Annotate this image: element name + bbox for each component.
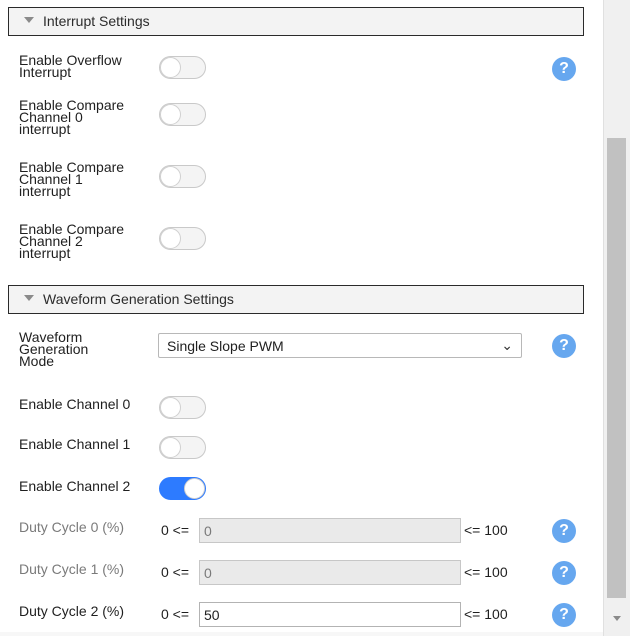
toggle-knob bbox=[160, 166, 181, 187]
duty-cycle-2-max: <= 100 bbox=[464, 606, 508, 622]
settings-panel: Interrupt Settings Enable Overflow Interr… bbox=[0, 0, 603, 636]
section-title: Interrupt Settings bbox=[43, 13, 150, 29]
help-icon[interactable]: ? bbox=[552, 57, 576, 81]
duty-cycle-0-min: 0 <= bbox=[161, 522, 190, 538]
toggle-knob bbox=[160, 57, 181, 78]
duty-cycle-0-max: <= 100 bbox=[464, 522, 508, 538]
compare-ch2-interrupt-toggle[interactable] bbox=[159, 227, 206, 250]
section-title: Waveform Generation Settings bbox=[43, 291, 234, 307]
toggle-knob bbox=[184, 478, 205, 499]
enable-channel-2-label: Enable Channel 2 bbox=[19, 478, 131, 494]
waveform-mode-select[interactable]: Single Slope PWM ⌄ bbox=[158, 333, 522, 358]
duty-cycle-0-input[interactable] bbox=[199, 518, 461, 543]
duty-cycle-0-label: Duty Cycle 0 (%) bbox=[19, 519, 125, 535]
collapse-triangle-icon[interactable] bbox=[24, 295, 34, 301]
compare-ch2-interrupt-label: Enable Compare Channel 2 interrupt bbox=[19, 221, 125, 261]
compare-ch0-interrupt-label: Enable Compare Channel 0 interrupt bbox=[19, 97, 125, 137]
scrollbar-thumb[interactable] bbox=[607, 138, 626, 598]
toggle-knob bbox=[160, 228, 181, 249]
overflow-interrupt-label: Enable Overflow Interrupt bbox=[19, 52, 122, 80]
selected-value: Single Slope PWM bbox=[167, 338, 284, 354]
duty-cycle-1-max: <= 100 bbox=[464, 564, 508, 580]
help-icon[interactable]: ? bbox=[552, 519, 576, 543]
compare-ch0-interrupt-toggle[interactable] bbox=[159, 103, 206, 126]
help-icon[interactable]: ? bbox=[552, 334, 576, 358]
enable-channel-0-toggle[interactable] bbox=[159, 396, 206, 419]
help-icon[interactable]: ? bbox=[552, 561, 576, 585]
duty-cycle-1-min: 0 <= bbox=[161, 564, 190, 580]
duty-cycle-1-input[interactable] bbox=[199, 560, 461, 585]
chevron-down-icon: ⌄ bbox=[501, 337, 513, 353]
help-icon[interactable]: ? bbox=[552, 603, 576, 627]
duty-cycle-2-min: 0 <= bbox=[161, 606, 190, 622]
waveform-settings-header[interactable]: Waveform Generation Settings bbox=[8, 285, 584, 314]
enable-channel-2-toggle[interactable] bbox=[159, 477, 206, 500]
vertical-scrollbar[interactable] bbox=[603, 0, 630, 636]
waveform-mode-label: Waveform Generation Mode bbox=[19, 329, 89, 369]
scroll-down-arrow-icon[interactable] bbox=[613, 616, 621, 621]
collapse-triangle-icon[interactable] bbox=[24, 17, 34, 23]
toggle-knob bbox=[160, 104, 181, 125]
enable-channel-0-label: Enable Channel 0 bbox=[19, 396, 131, 412]
toggle-knob bbox=[160, 437, 181, 458]
interrupt-settings-header[interactable]: Interrupt Settings bbox=[8, 7, 584, 36]
enable-channel-1-label: Enable Channel 1 bbox=[19, 436, 131, 452]
panel-bottom-border bbox=[0, 632, 603, 636]
compare-ch1-interrupt-toggle[interactable] bbox=[159, 165, 206, 188]
enable-channel-1-toggle[interactable] bbox=[159, 436, 206, 459]
duty-cycle-2-input[interactable] bbox=[199, 602, 461, 627]
duty-cycle-1-label: Duty Cycle 1 (%) bbox=[19, 561, 125, 577]
overflow-interrupt-toggle[interactable] bbox=[159, 56, 206, 79]
duty-cycle-2-label: Duty Cycle 2 (%) bbox=[19, 603, 125, 619]
toggle-knob bbox=[160, 397, 181, 418]
compare-ch1-interrupt-label: Enable Compare Channel 1 interrupt bbox=[19, 159, 125, 199]
